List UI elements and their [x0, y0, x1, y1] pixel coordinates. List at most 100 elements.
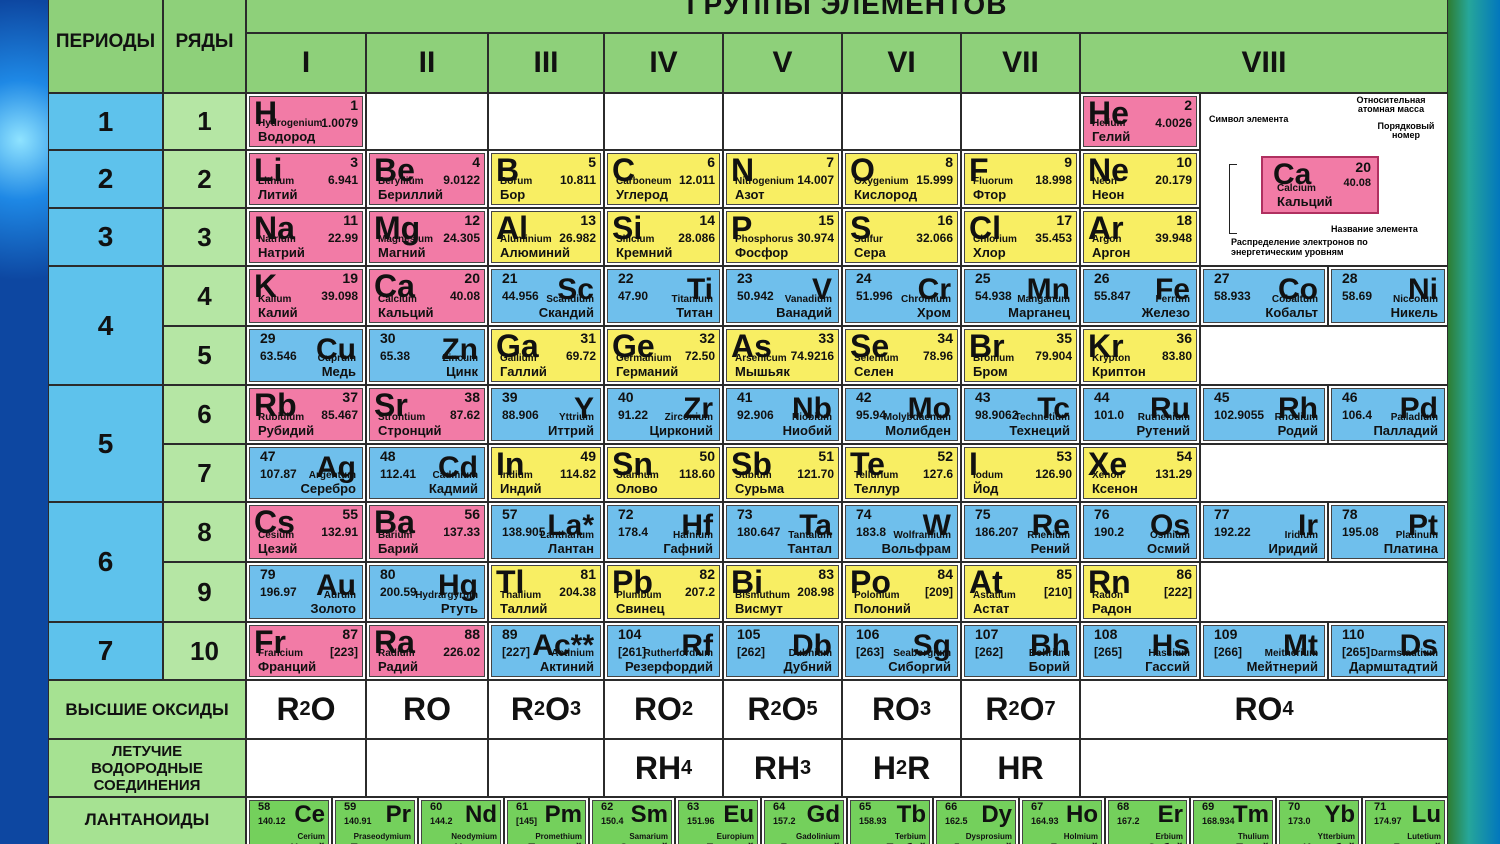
element-Bi[interactable]: Bi 83 208.98 Bismuthum Висмут [724, 563, 841, 621]
element-Sr[interactable]: Sr 38 87.62 Strontium Стронций [367, 386, 487, 443]
element-Ir[interactable]: Ir 77 192.22 Iridium Иридий [1201, 503, 1327, 561]
element-Br[interactable]: Br 35 79.904 Bromum Бром [962, 327, 1079, 384]
element-Hg[interactable]: Hg 80 200.59 Hydrargyrum Ртуть [367, 563, 487, 621]
element-Ti[interactable]: Ti 22 47.90 Titanium Титан [605, 267, 722, 325]
element-Fr[interactable]: Fr 87 [223] Francium Франций [247, 623, 365, 679]
element-Au[interactable]: Au 79 196.97 Aurum Золото [247, 563, 365, 621]
element-Tl[interactable]: Tl 81 204.38 Thallium Таллий [489, 563, 603, 621]
lanthanide-Gd[interactable]: Gd64157.2GadoliniumГадолиний [762, 798, 846, 844]
lanthanide-Sm[interactable]: Sm62150.4SamariumСамарий [590, 798, 674, 844]
element-W[interactable]: W 74 183.8 Wolframium Вольфрам [843, 503, 960, 561]
element-tile: Rn 86 [222] Radon Радон [1083, 565, 1197, 619]
element-Si[interactable]: Si 14 28.086 Silicium Кремний [605, 209, 722, 265]
element-Hf[interactable]: Hf 72 178.4 Hafnium Гафний [605, 503, 722, 561]
element-Rn[interactable]: Rn 86 [222] Radon Радон [1081, 563, 1199, 621]
element-I[interactable]: I 53 126.90 Iodum Йод [962, 445, 1079, 501]
element-La[interactable]: La* 57 138.905 Lanthanum Лантан [489, 503, 603, 561]
element-S[interactable]: S 16 32.066 Sulfur Сера [843, 209, 960, 265]
element-Na[interactable]: Na 11 22.99 Natrium Натрий [247, 209, 365, 265]
lanthanide-Pr[interactable]: Pr59140.91PraseodymiumПразеодим [333, 798, 417, 844]
element-Se[interactable]: Se 34 78.96 Selenium Селен [843, 327, 960, 384]
element-Hs[interactable]: Hs 108 [265] Hassium Гассий [1081, 623, 1199, 679]
element-He[interactable]: He 2 4.0026 Helium Гелий [1081, 94, 1199, 149]
element-Cr[interactable]: Cr 24 51.996 Chromium Хром [843, 267, 960, 325]
lanthanide-Dy[interactable]: Dy66162.5DysprosiumДиспрозий [934, 798, 1018, 844]
lanthanide-Nd[interactable]: Nd60144.2NeodymiumНеодим [419, 798, 503, 844]
element-Cs[interactable]: Cs 55 132.91 Cesium Цезий [247, 503, 365, 561]
lanthanide-Ho[interactable]: Ho67164.93HolmiumГольмий [1020, 798, 1104, 844]
element-Li[interactable]: Li 3 6.941 Lithium Литий [247, 151, 365, 207]
element-Fe[interactable]: Fe 26 55.847 Ferrum Железо [1081, 267, 1199, 325]
element-Ds[interactable]: Ds 110 [265] Darmstadtium Дармштадтий [1329, 623, 1447, 679]
element-F[interactable]: F 9 18.998 Fluorum Фтор [962, 151, 1079, 207]
element-Mn[interactable]: Mn 25 54.938 Manganum Марганец [962, 267, 1079, 325]
latin-name: Plumbum [616, 590, 662, 601]
element-Os[interactable]: Os 76 190.2 Osmium Осмий [1081, 503, 1199, 561]
element-Xe[interactable]: Xe 54 131.29 Xenon Ксенон [1081, 445, 1199, 501]
element-Sg[interactable]: Sg 106 [263] Seaborgium Сиборгий [843, 623, 960, 679]
element-Ba[interactable]: Ba 56 137.33 Barium Барий [367, 503, 487, 561]
element-Mt[interactable]: Mt 109 [266] Meitnerium Мейтнерий [1201, 623, 1327, 679]
element-At[interactable]: At 85 [210] Astatium Астат [962, 563, 1079, 621]
lanthanide-Er[interactable]: Er68167.2ErbiumЭрбий [1106, 798, 1189, 844]
element-Y[interactable]: Y 39 88.906 Yttrium Иттрий [489, 386, 603, 443]
lanthanide-Yb[interactable]: Yb70173.0YtterbiumИттербий [1277, 798, 1361, 844]
element-Mo[interactable]: Mo 42 95.94 Molybdaenum Молибден [843, 386, 960, 443]
element-Kr[interactable]: Kr 36 83.80 Krypton Криптон [1081, 327, 1199, 384]
element-Ru[interactable]: Ru 44 101.0 Ruthenium Рутений [1081, 386, 1199, 443]
element-Ar[interactable]: Ar 18 39.948 Argon Аргон [1081, 209, 1199, 265]
element-Db[interactable]: Db 105 [262] Dubnium Дубний [724, 623, 841, 679]
element-O[interactable]: O 8 15.999 Oxygenium Кислород [843, 151, 960, 207]
element-C[interactable]: C 6 12.011 Carboneum Углерод [605, 151, 722, 207]
element-Re[interactable]: Re 75 186.207 Rhenium Рений [962, 503, 1079, 561]
element-Rh[interactable]: Rh 45 102.9055 Rhodium Родий [1201, 386, 1327, 443]
element-tile: H 1 1.0079 Hydrogenium Водород [249, 96, 363, 147]
element-Ac[interactable]: Ac** 89 [227] Actinium Актиний [489, 623, 603, 679]
element-Be[interactable]: Be 4 9.0122 Beryllium Бериллий [367, 151, 487, 207]
element-Ra[interactable]: Ra 88 226.02 Radium Радий [367, 623, 487, 679]
element-In[interactable]: In 49 114.82 Indium Индий [489, 445, 603, 501]
element-Ne[interactable]: Ne 10 20.179 Neon Неон [1081, 151, 1199, 207]
element-Ag[interactable]: Ag 47 107.87 Argentum Серебро [247, 445, 365, 501]
element-Cd[interactable]: Cd 48 112.41 Cadmium Кадмий [367, 445, 487, 501]
element-Ge[interactable]: Ge 32 72.50 Germanium Германий [605, 327, 722, 384]
element-Al[interactable]: Al 13 26.982 Aluminium Алюминий [489, 209, 603, 265]
atomic-number: 78 [1342, 506, 1358, 522]
element-K[interactable]: K 19 39.098 Kalium Калий [247, 267, 365, 325]
lanthanide-Tm[interactable]: Tm69168.934ThuliumТулий [1191, 798, 1275, 844]
element-Tc[interactable]: Tc 43 98.9062 Technetium Технеций [962, 386, 1079, 443]
element-Cu[interactable]: Cu 29 63.546 Cuprum Медь [247, 327, 365, 384]
element-Co[interactable]: Co 27 58.933 Cobaltum Кобальт [1201, 267, 1327, 325]
element-Mg[interactable]: Mg 12 24.305 Magnesium Магний [367, 209, 487, 265]
element-B[interactable]: B 5 10.811 Borum Бор [489, 151, 603, 207]
element-Ni[interactable]: Ni 28 58.69 Niccolum Никель [1329, 267, 1447, 325]
element-Sc[interactable]: Sc 21 44.956 Scandium Скандий [489, 267, 603, 325]
element-Pt[interactable]: Pt 78 195.08 Platinum Платина [1329, 503, 1447, 561]
element-Rf[interactable]: Rf 104 [261] Rutherfordium Резерфордий [605, 623, 722, 679]
element-Ga[interactable]: Ga 31 69.72 Gallium Галлий [489, 327, 603, 384]
element-Sn[interactable]: Sn 50 118.60 Stannum Олово [605, 445, 722, 501]
element-Pb[interactable]: Pb 82 207.2 Plumbum Свинец [605, 563, 722, 621]
lanthanide-Pm[interactable]: Pm61[145]PromethiumПрометий [505, 798, 588, 844]
element-Pd[interactable]: Pd 46 106.4 Palladium Палладий [1329, 386, 1447, 443]
element-N[interactable]: N 7 14.007 Nitrogenium Азот [724, 151, 841, 207]
element-Ta[interactable]: Ta 73 180.647 Tantalum Тантал [724, 503, 841, 561]
element-P[interactable]: P 15 30.974 Phosphorus Фосфор [724, 209, 841, 265]
lanthanide-Eu[interactable]: Eu63151.96EuropiumЕвропий [676, 798, 760, 844]
element-Bh[interactable]: Bh 107 [262] Bohrium Борий [962, 623, 1079, 679]
element-Sb[interactable]: Sb 51 121.70 Stibium Сурьма [724, 445, 841, 501]
element-Rb[interactable]: Rb 37 85.467 Rubidium Рубидий [247, 386, 365, 443]
element-H[interactable]: H 1 1.0079 Hydrogenium Водород [247, 94, 365, 149]
lanthanide-Tb[interactable]: Tb65158.93TerbiumТербий [848, 798, 932, 844]
lanthanide-Lu[interactable]: Lu71174.97LutetiumЛютеций [1363, 798, 1447, 844]
element-Zr[interactable]: Zr 40 91.22 Zirconium Цирконий [605, 386, 722, 443]
lanthanide-Ce[interactable]: Ce58140.12CeriumЦерий [247, 798, 331, 844]
element-Zn[interactable]: Zn 30 65.38 Zincum Цинк [367, 327, 487, 384]
element-Te[interactable]: Te 52 127.6 Tellurium Теллур [843, 445, 960, 501]
element-Po[interactable]: Po 84 [209] Polonium Полоний [843, 563, 960, 621]
element-Nb[interactable]: Nb 41 92.906 Niobium Ниобий [724, 386, 841, 443]
element-Cl[interactable]: Cl 17 35.453 Chlorium Хлор [962, 209, 1079, 265]
element-Ca[interactable]: Ca 20 40.08 Calcium Кальций [367, 267, 487, 325]
element-V[interactable]: V 23 50.942 Vanadium Ванадий [724, 267, 841, 325]
element-As[interactable]: As 33 74.9216 Arsenicum Мышьяк [724, 327, 841, 384]
